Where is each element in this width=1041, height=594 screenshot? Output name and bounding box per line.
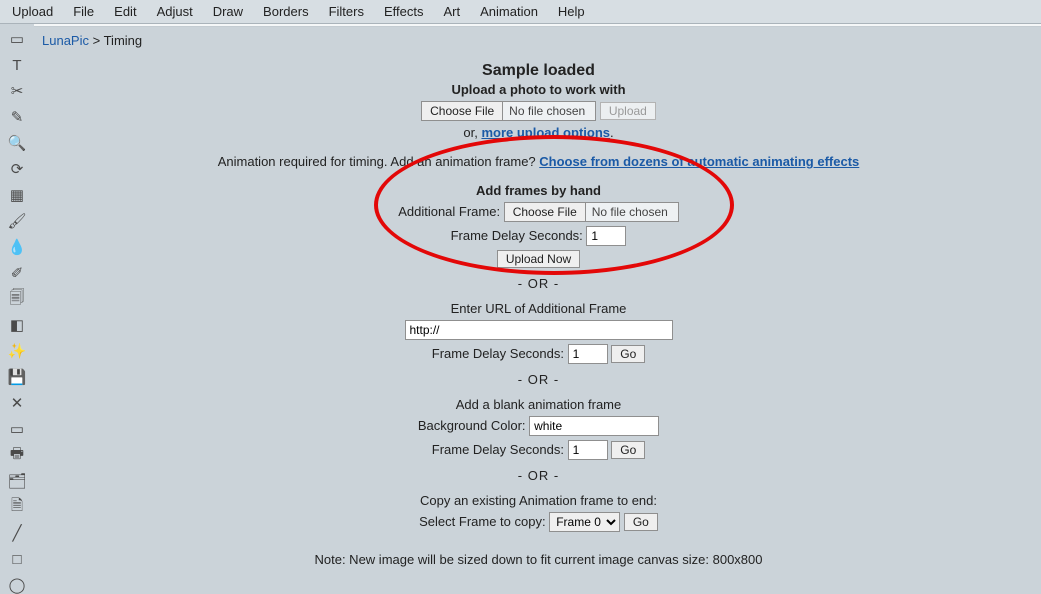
menu-adjust[interactable]: Adjust bbox=[149, 2, 201, 21]
frame-url-input[interactable] bbox=[405, 320, 673, 340]
add-frames-header: Add frames by hand bbox=[36, 183, 1041, 198]
go-button-copy[interactable]: Go bbox=[624, 513, 658, 531]
additional-frame-label: Additional Frame: bbox=[398, 204, 500, 219]
line-icon[interactable]: ╱ bbox=[5, 524, 29, 542]
blank-frame-header: Add a blank animation frame bbox=[36, 397, 1041, 412]
url-frame-header: Enter URL of Additional Frame bbox=[36, 301, 1041, 316]
more-upload-options-link[interactable]: more upload options bbox=[481, 125, 610, 140]
or-divider-1: - OR - bbox=[36, 276, 1041, 291]
page-title: Sample loaded bbox=[36, 62, 1041, 80]
go-button-blank[interactable]: Go bbox=[611, 441, 645, 459]
eraser-icon[interactable]: ◧ bbox=[5, 316, 29, 334]
text-icon[interactable]: T bbox=[5, 56, 29, 74]
frame-delay-input-3[interactable] bbox=[568, 440, 608, 460]
frame-delay-input-1[interactable] bbox=[586, 226, 626, 246]
menu-effects[interactable]: Effects bbox=[376, 2, 432, 21]
menu-bar: UploadFileEdit AdjustDrawBordersFiltersEf… bbox=[0, 0, 1041, 24]
main-content: LunaPic > Timing Sample loaded Upload a … bbox=[36, 27, 1041, 567]
square-icon[interactable]: □ bbox=[5, 550, 29, 568]
zoom-icon[interactable]: 🔍 bbox=[5, 134, 29, 152]
circle-icon[interactable]: ◯ bbox=[5, 576, 29, 594]
menu-animation[interactable]: Animation bbox=[472, 2, 546, 21]
menu-file[interactable]: File bbox=[65, 2, 102, 21]
copy-icon[interactable]: 🗐 bbox=[5, 290, 29, 308]
gradient-icon[interactable]: ▦ bbox=[5, 186, 29, 204]
or-upload-options: or, more upload options. bbox=[36, 125, 1041, 140]
page-subtitle: Upload a photo to work with bbox=[36, 82, 1041, 97]
animation-notice: Animation required for timing. Add an an… bbox=[36, 154, 1041, 169]
bg-color-input[interactable] bbox=[529, 416, 659, 436]
upload-file-status: No file chosen bbox=[503, 102, 595, 120]
choose-file-button[interactable]: Choose File bbox=[422, 102, 503, 120]
pen-icon[interactable]: ✎ bbox=[5, 108, 29, 126]
delete-icon[interactable]: ✕ bbox=[5, 394, 29, 412]
select-frame-label: Select Frame to copy: bbox=[419, 514, 545, 529]
frame-delay-label-2: Frame Delay Seconds: bbox=[432, 346, 564, 361]
breadcrumb-home[interactable]: LunaPic bbox=[42, 33, 89, 48]
page-icon[interactable]: ▭ bbox=[5, 420, 29, 438]
side-toolbar: ▭ T ✂ ✎ 🔍 ⟳ ▦ 🖌 💧 ✐ 🗐 ◧ ✨ 💾 ✕ ▭ 🖶 🗂 🗎 ╱ □ ◯ bbox=[0, 24, 34, 594]
print-icon[interactable]: 🖶 bbox=[5, 446, 29, 464]
upload-file-input[interactable]: Choose File No file chosen bbox=[421, 101, 596, 121]
frame-delay-label-1: Frame Delay Seconds: bbox=[451, 228, 583, 243]
menu-edit[interactable]: Edit bbox=[106, 2, 144, 21]
eyedropper-icon[interactable]: 💧 bbox=[5, 238, 29, 256]
menu-draw[interactable]: Draw bbox=[205, 2, 251, 21]
menu-borders[interactable]: Borders bbox=[255, 2, 317, 21]
additional-frame-file-status: No file chosen bbox=[586, 203, 678, 221]
upload-now-button[interactable]: Upload Now bbox=[497, 250, 580, 268]
menu-upload[interactable]: Upload bbox=[4, 2, 61, 21]
cut-icon[interactable]: ✂ bbox=[5, 82, 29, 100]
or-divider-3: - OR - bbox=[36, 468, 1041, 483]
copy-frame-header: Copy an existing Animation frame to end: bbox=[36, 493, 1041, 508]
select-icon[interactable]: ▭ bbox=[5, 30, 29, 48]
select-frame-dropdown[interactable]: Frame 0 bbox=[549, 512, 620, 532]
menu-help[interactable]: Help bbox=[550, 2, 593, 21]
brush-icon[interactable]: ✐ bbox=[5, 264, 29, 282]
catalog-icon[interactable]: 🗂 bbox=[5, 472, 29, 490]
frame-delay-input-2[interactable] bbox=[568, 344, 608, 364]
go-button-url[interactable]: Go bbox=[611, 345, 645, 363]
breadcrumb: LunaPic > Timing bbox=[36, 31, 1041, 54]
additional-frame-file-input[interactable]: Choose File No file chosen bbox=[504, 202, 679, 222]
menu-art[interactable]: Art bbox=[435, 2, 468, 21]
canvas-size-note: Note: New image will be sized down to fi… bbox=[36, 552, 1041, 567]
breadcrumb-current: Timing bbox=[104, 33, 143, 48]
effects-icon[interactable]: ✨ bbox=[5, 342, 29, 360]
breadcrumb-sep: > bbox=[93, 33, 101, 48]
bg-color-label: Background Color: bbox=[418, 418, 526, 433]
paint-icon[interactable]: 🖌 bbox=[5, 212, 29, 230]
save-icon[interactable]: 💾 bbox=[5, 368, 29, 386]
or-divider-2: - OR - bbox=[36, 372, 1041, 387]
frame-delay-label-3: Frame Delay Seconds: bbox=[432, 442, 564, 457]
auto-effects-link[interactable]: Choose from dozens of automatic animatin… bbox=[539, 154, 859, 169]
rotate-icon[interactable]: ⟳ bbox=[5, 160, 29, 178]
clipboard-icon[interactable]: 🗎 bbox=[5, 498, 29, 516]
menu-filters[interactable]: Filters bbox=[321, 2, 372, 21]
upload-button[interactable]: Upload bbox=[600, 102, 656, 120]
additional-frame-choose-button[interactable]: Choose File bbox=[505, 203, 586, 221]
